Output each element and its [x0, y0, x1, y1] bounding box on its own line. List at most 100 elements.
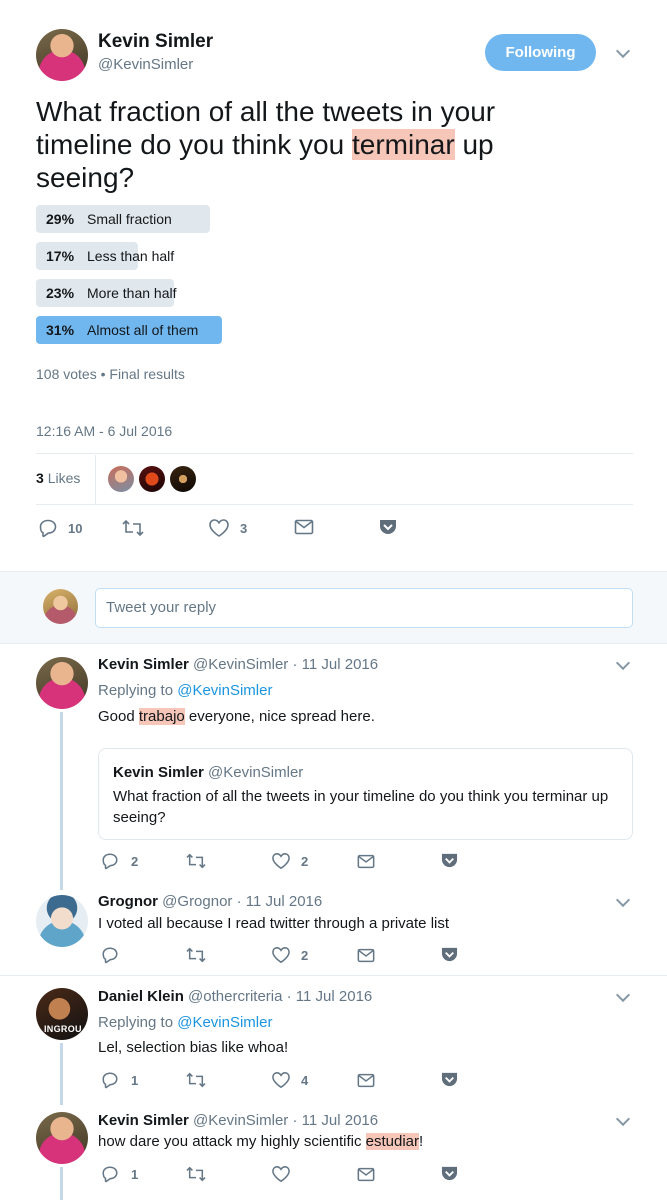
pocket-icon: [441, 946, 458, 963]
divider: [36, 453, 633, 454]
retweet-action[interactable]: [185, 946, 207, 964]
replying-to-link[interactable]: @KevinSimler: [177, 1014, 272, 1031]
reply-author-name[interactable]: Kevin Simler: [98, 656, 189, 673]
likes-label: Likes: [47, 470, 81, 486]
reply-count: 2: [131, 853, 139, 869]
likes-stat[interactable]: 3 Likes: [36, 470, 80, 486]
reply-avatar[interactable]: [36, 1112, 88, 1164]
highlighted-word: trabajo: [138, 708, 185, 725]
reply-author-handle[interactable]: @Grognor: [162, 893, 232, 910]
poll-option-text: 29% Small fraction: [46, 205, 172, 233]
replying-prefix: Replying to: [98, 682, 178, 699]
chevron-down-icon[interactable]: [615, 655, 631, 671]
reply-date[interactable]: · 11 Jul 2016: [292, 1112, 378, 1129]
replying-to-link[interactable]: @KevinSimler: [177, 682, 272, 699]
reply-header: Daniel Klein @othercriteria · 11 Jul 201…: [98, 988, 372, 1005]
quote-text: What fraction of all the tweets in your …: [113, 788, 609, 826]
thread-line: [60, 1167, 63, 1200]
reply-author-handle[interactable]: @othercriteria: [188, 988, 282, 1005]
like-action[interactable]: 3: [208, 518, 247, 538]
author-name[interactable]: Kevin Simler: [98, 31, 213, 53]
heart-icon: [271, 1165, 291, 1183]
poll-percent: 17%: [46, 248, 75, 264]
highlighted-word: terminar: [351, 129, 455, 160]
heart-icon: [271, 1071, 291, 1089]
chevron-down-icon[interactable]: [615, 987, 631, 1003]
reply-composer: Tweet your reply: [0, 571, 667, 644]
reply-avatar[interactable]: [36, 657, 88, 709]
reply-author-handle[interactable]: @KevinSimler: [193, 1112, 288, 1129]
like-count: 3: [240, 520, 248, 536]
chevron-down-icon[interactable]: [615, 43, 631, 59]
quoted-tweet[interactable]: Kevin Simler @KevinSimler What fraction …: [98, 748, 633, 840]
quote-header: Kevin Simler @KevinSimler: [113, 764, 303, 781]
author-handle[interactable]: @KevinSimler: [98, 56, 193, 73]
reply-action[interactable]: 1: [101, 1165, 138, 1183]
retweet-action[interactable]: [185, 1071, 207, 1089]
message-action[interactable]: [357, 1073, 375, 1088]
reply-author-name[interactable]: Kevin Simler: [98, 1112, 189, 1129]
message-action[interactable]: [294, 519, 314, 535]
like-count: 4: [301, 1072, 309, 1088]
poll-label: More than half: [87, 285, 177, 301]
divider: [36, 504, 633, 505]
message-action[interactable]: [357, 854, 375, 869]
reply-header: Kevin Simler @KevinSimler · 11 Jul 2016: [98, 1112, 378, 1129]
poll-percent: 23%: [46, 285, 75, 301]
reply-author-name[interactable]: Grognor: [98, 893, 158, 910]
highlighted-word: estudiar: [365, 1133, 419, 1150]
message-action[interactable]: [357, 948, 375, 963]
retweet-action[interactable]: [121, 518, 145, 538]
reply-date[interactable]: · 11 Jul 2016: [292, 656, 378, 673]
tweet-timestamp[interactable]: 12:16 AM - 6 Jul 2016: [36, 423, 172, 439]
heart-icon: [271, 852, 291, 870]
reply-date[interactable]: · 11 Jul 2016: [287, 988, 373, 1005]
reply-avatar[interactable]: INGROU: [36, 988, 88, 1040]
pocket-action[interactable]: [441, 946, 458, 963]
reply-action[interactable]: [101, 946, 119, 964]
reply-text: how dare you attack my highly scientific…: [98, 1133, 423, 1150]
retweet-action[interactable]: [185, 1165, 207, 1183]
envelope-icon: [357, 854, 375, 869]
like-action[interactable]: [271, 1165, 291, 1183]
message-action[interactable]: [357, 1167, 375, 1182]
poll-option-text: 17% Less than half: [46, 242, 174, 270]
following-button[interactable]: Following: [485, 34, 596, 71]
liker-avatar[interactable]: [139, 466, 165, 492]
reply-author-name[interactable]: Daniel Klein: [98, 988, 184, 1005]
like-action[interactable]: 2: [271, 852, 308, 870]
divider: [0, 975, 667, 976]
reply-text-part: Good: [98, 708, 139, 725]
reply-avatar[interactable]: [36, 895, 88, 947]
pocket-icon: [441, 1071, 458, 1088]
reply-action[interactable]: 1: [101, 1071, 138, 1089]
reply-author-handle[interactable]: @KevinSimler: [193, 656, 288, 673]
reply-action[interactable]: 2: [101, 852, 138, 870]
thread-line: [60, 1043, 63, 1105]
liker-avatar[interactable]: [108, 466, 134, 492]
author-avatar[interactable]: [36, 29, 88, 81]
like-count: 2: [301, 853, 309, 869]
reply-count: 10: [68, 520, 83, 536]
replying-to: Replying to @KevinSimler: [98, 682, 272, 699]
pocket-icon: [379, 518, 397, 536]
reply-action[interactable]: 10: [38, 518, 82, 538]
reply-input[interactable]: Tweet your reply: [95, 588, 633, 628]
thread-line: [60, 712, 63, 890]
pocket-action[interactable]: [441, 1071, 458, 1088]
envelope-icon: [357, 948, 375, 963]
like-action[interactable]: 4: [271, 1071, 308, 1089]
liker-avatar[interactable]: [170, 466, 196, 492]
pocket-action[interactable]: [379, 518, 397, 536]
chevron-down-icon[interactable]: [615, 1111, 631, 1127]
chevron-down-icon[interactable]: [615, 892, 631, 908]
retweet-icon: [185, 852, 207, 870]
reply-date[interactable]: · 11 Jul 2016: [237, 893, 323, 910]
reply-icon: [101, 1165, 119, 1183]
reply-text-part: everyone, nice spread here.: [184, 708, 375, 725]
pocket-action[interactable]: [441, 852, 458, 869]
pocket-action[interactable]: [441, 1165, 458, 1182]
poll-option-text: 23% More than half: [46, 279, 177, 307]
retweet-action[interactable]: [185, 852, 207, 870]
like-action[interactable]: 2: [271, 946, 308, 964]
